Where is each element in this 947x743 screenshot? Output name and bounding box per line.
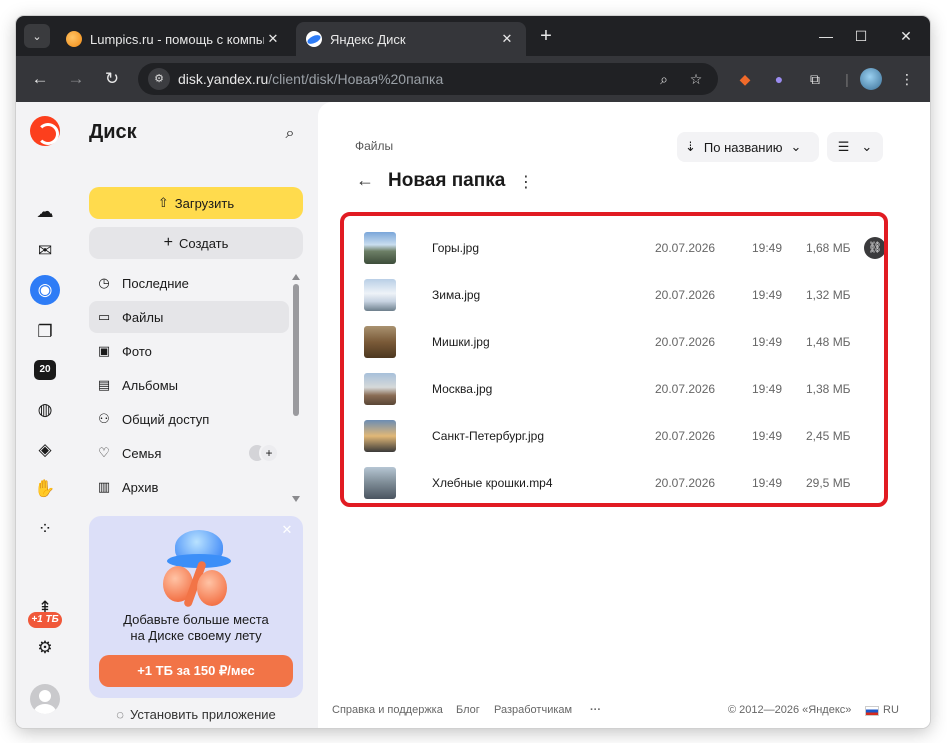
bookmark-star-icon[interactable]: ☆ [684,67,708,91]
blog-link[interactable]: Блог [456,704,480,716]
add-family-member-icon[interactable]: + [259,443,279,463]
scroll-down-icon[interactable] [292,496,300,502]
reload-icon[interactable]: ↻ [100,67,124,91]
tab-title: Lumpics.ru - помощь с компьк [90,31,264,47]
close-promo-icon[interactable]: ✕ [279,522,295,538]
chevron-down-icon: ⌄ [790,139,802,154]
documents-icon[interactable]: ❐ [33,320,57,344]
copyright: © 2012—2026 «Яндекс» [728,704,852,716]
fox-extension-icon[interactable]: ◆ [734,68,756,90]
url-text[interactable]: disk.yandex.ru/client/disk/Новая%20папка [178,71,644,87]
messenger-icon[interactable]: ◍ [33,398,57,422]
ghost-extension-icon[interactable]: ● [768,68,790,90]
percent-illustration-icon [163,560,233,608]
sidebar-item-albums[interactable]: ▤ Альбомы [89,369,289,401]
create-button[interactable]: + Создать [89,227,303,259]
clock-icon: ◷ [98,275,110,290]
user-avatar[interactable] [30,684,60,714]
promo-text: Добавьте больше места на Диске своему ле… [123,612,269,643]
shared-icon: ⚇ [98,411,110,426]
buy-storage-button[interactable]: +1 ТБ за 150 ₽/мес [99,655,293,687]
tab-title: Яндекс Диск [330,31,406,47]
back-arrow-icon[interactable]: ← [356,170,376,194]
sidebar-item-archive[interactable]: ▥ Архив [89,471,289,503]
lumpics-favicon-icon [66,31,82,47]
family-icon: ♡ [98,445,110,460]
search-icon[interactable]: ⌕ [278,125,302,149]
title-bar: ⌄ Lumpics.ru - помощь с компьк ✕ Яндекс … [16,16,930,56]
browser-menu-icon[interactable]: ⋮ [896,68,918,90]
install-app-link[interactable]: ◌ Установить приложение [89,704,303,724]
close-window-icon[interactable]: ✕ [890,24,922,48]
page-title: Новая папка [388,170,506,191]
sidebar-item-photo[interactable]: ▣ Фото [89,335,289,367]
folder-menu-icon[interactable]: ⋮ [518,172,534,194]
plus-icon: + [163,234,173,251]
extensions-puzzle-icon[interactable]: ⧉ [804,68,826,90]
tab-yandex-disk[interactable]: Яндекс Диск ✕ [296,22,526,56]
albums-icon: ▤ [97,377,111,392]
site-info-icon[interactable]: ⚙ [148,68,170,90]
folder-icon: ▭ [97,309,111,324]
yandex-disk-favicon-icon [306,31,322,47]
browser-toolbar: ← → ↻ ⚙ disk.yandex.ru/client/disk/Новая… [16,56,930,102]
photo-icon: ▣ [97,343,111,358]
view-mode-dropdown[interactable]: ☰ ⌄ [827,132,883,162]
settings-gear-icon[interactable]: ⚙ [33,636,57,660]
services-rail: ☁ ✉ ◉ ❐ 20 ◍ ◈ ✋ ⁘ ⇞ +1 ТБ ⚙ [16,102,74,728]
breadcrumb[interactable]: Файлы [355,139,393,153]
tab-lumpics[interactable]: Lumpics.ru - помощь с компьк ✕ [56,22,292,56]
zoom-icon[interactable]: ⌕ [652,67,676,91]
help-link[interactable]: Справка и поддержка [332,704,443,716]
sidebar-item-family[interactable]: ♡ Семья + [89,437,289,469]
close-tab-icon[interactable]: ✕ [264,31,282,47]
language-switch[interactable]: RU [883,704,899,716]
upload-button[interactable]: ⇧ Загрузить [89,187,303,219]
sidebar-item-recent[interactable]: ◷ Последние [89,267,289,299]
cloud-icon[interactable]: ☁ [33,200,57,224]
mail-icon[interactable]: ✉ [33,239,57,263]
minimize-icon[interactable]: — [810,24,842,48]
notes-icon[interactable]: ◈ [33,438,57,462]
calendar-icon[interactable]: 20 [34,360,56,380]
developers-link[interactable]: Разработчикам [494,704,572,716]
sidebar-item-shared[interactable]: ⚇ Общий доступ [89,403,289,435]
sort-icon: ⇣ [685,139,696,154]
upload-icon: ⇧ [157,195,169,210]
page-footer: Справка и поддержка Блог Разработчикам ·… [318,700,930,720]
footer-more-icon[interactable]: ··· [590,704,601,716]
disk-icon[interactable]: ◉ [30,275,60,305]
app-icon: ◌ [116,706,124,722]
all-services-icon[interactable]: ⁘ [33,517,57,541]
address-bar[interactable]: ⚙ disk.yandex.ru/client/disk/Новая%20пап… [138,63,718,95]
sidebar-nav: ◷ Последние ▭ Файлы ▣ Фото ▤ Альбомы ⚇ О… [89,267,289,505]
sidebar-title: Диск [89,121,137,143]
back-icon[interactable]: ← [28,67,52,91]
tb-badge[interactable]: +1 ТБ [28,612,62,628]
chevron-down-icon: ⌄ [861,139,873,154]
sidebar-scrollbar[interactable] [292,274,300,504]
new-tab-icon[interactable]: + [534,25,558,49]
scroll-thumb[interactable] [293,284,299,416]
promo-banner: ✕ Добавьте больше места на Диске своему … [89,516,303,698]
yandex-360-logo-icon[interactable] [30,116,60,146]
family-avatars[interactable]: + [247,443,279,463]
sidebar-item-files[interactable]: ▭ Файлы [89,301,289,333]
maximize-icon[interactable]: ☐ [845,24,877,48]
forward-icon[interactable]: → [64,67,88,91]
archive-icon: ▥ [97,479,111,494]
russia-flag-icon [865,706,879,716]
toolbar-divider: | [845,71,849,87]
highlight-annotation [340,212,888,507]
close-tab-icon[interactable]: ✕ [498,31,516,47]
telemost-icon[interactable]: ✋ [33,477,57,501]
sidebar: Диск ⌕ ⇧ Загрузить + Создать ◷ Последние… [74,102,318,728]
profile-avatar-icon[interactable] [860,68,882,90]
sort-dropdown[interactable]: ⇣ По названию ⌄ [677,132,819,162]
scroll-up-icon[interactable] [292,274,300,280]
list-view-icon: ☰ [837,139,850,154]
tab-search-button[interactable]: ⌄ [24,24,50,48]
